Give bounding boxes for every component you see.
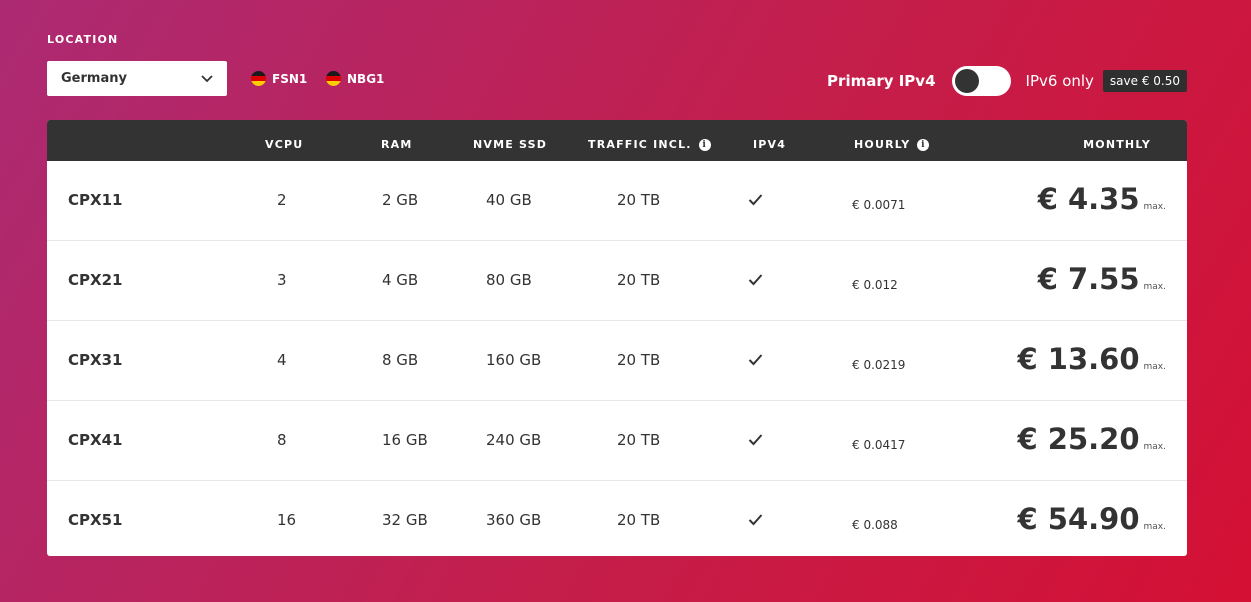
ssd-value: 40 GB [486,191,532,209]
datacenter-code: NBG1 [347,71,385,86]
ram-value: 4 GB [382,271,419,289]
monthly-price: € 7.55 [1037,262,1140,296]
monthly-price-block: € 25.20 max. [1018,422,1167,456]
vcpu-value: 4 [277,351,287,369]
primary-ipv4-label: Primary IPv4 [827,72,936,90]
ssd-value: 160 GB [486,351,542,369]
plan-name: CPX11 [68,191,123,209]
save-badge: save € 0.50 [1102,70,1187,92]
check-icon [748,434,763,446]
ssd-value: 360 GB [486,511,542,529]
vcpu-value: 8 [277,431,287,449]
datacenter-code: FSN1 [272,71,308,86]
hourly-price: € 0.0417 [852,438,906,452]
de-flag-icon [326,71,341,86]
location-select-value: Germany [61,71,127,86]
header-traffic: TRAFFIC INCL. i [588,138,711,151]
ram-value: 16 GB [382,431,428,449]
table-row[interactable]: CPX21 3 4 GB 80 GB 20 TB € 0.012 € 7.55 … [47,241,1187,321]
hourly-price: € 0.0219 [852,358,906,372]
monthly-price: € 4.35 [1037,182,1140,216]
header-hourly: HOURLY i [854,138,930,151]
datacenter-fsn1[interactable]: FSN1 [251,71,307,86]
header-nvme-ssd: NVME SSD [473,138,548,151]
check-icon [748,514,763,526]
location-label: LOCATION [47,33,119,46]
header-traffic-label: TRAFFIC INCL. [588,138,692,151]
traffic-value: 20 TB [617,271,661,289]
vcpu-value: 2 [277,191,287,209]
check-icon [748,354,763,366]
ip-options: Primary IPv4 IPv6 only save € 0.50 [827,66,1187,96]
monthly-price: € 13.60 [1017,342,1140,376]
plan-name: CPX21 [68,271,123,289]
check-icon [748,194,763,206]
max-label: max. [1143,202,1166,212]
hourly-price: € 0.012 [852,278,898,292]
hourly-price: € 0.088 [852,518,898,532]
plan-name: CPX41 [68,431,123,449]
vcpu-value: 16 [277,511,297,529]
monthly-price-block: € 7.55 max. [1038,262,1166,296]
ipv6-only-toggle[interactable] [951,66,1011,96]
ipv6-only-label: IPv6 only [1025,72,1094,90]
header-ram: RAM [381,138,413,151]
table-row[interactable]: CPX51 16 32 GB 360 GB 20 TB € 0.088 € 54… [47,481,1187,556]
chevron-down-icon [201,72,215,86]
hourly-price: € 0.0071 [852,198,906,212]
de-flag-icon [251,71,266,86]
ram-value: 2 GB [382,191,419,209]
traffic-value: 20 TB [617,511,661,529]
traffic-value: 20 TB [617,191,661,209]
header-monthly: MONTHLY [1083,138,1151,151]
ssd-value: 240 GB [486,431,542,449]
check-icon [748,274,763,286]
toggle-knob [954,69,979,93]
ram-value: 32 GB [382,511,428,529]
header-vcpu: VCPU [265,138,304,151]
max-label: max. [1143,362,1166,372]
ssd-value: 80 GB [486,271,532,289]
plan-name: CPX51 [68,511,123,529]
table-header: VCPU RAM NVME SSD TRAFFIC INCL. i IPV4 H… [47,120,1187,161]
table-row[interactable]: CPX11 2 2 GB 40 GB 20 TB € 0.0071 € 4.35… [47,161,1187,241]
max-label: max. [1143,282,1166,292]
table-row[interactable]: CPX41 8 16 GB 240 GB 20 TB € 0.0417 € 25… [47,401,1187,481]
monthly-price: € 54.90 [1017,502,1140,536]
header-hourly-label: HOURLY [854,138,911,151]
datacenter-nbg1[interactable]: NBG1 [326,71,384,86]
ram-value: 8 GB [382,351,419,369]
monthly-price: € 25.20 [1017,422,1140,456]
traffic-value: 20 TB [617,351,661,369]
location-select[interactable]: Germany [47,61,227,96]
info-icon[interactable]: i [698,138,711,151]
pricing-table: VCPU RAM NVME SSD TRAFFIC INCL. i IPV4 H… [47,120,1187,556]
plan-name: CPX31 [68,351,123,369]
info-icon[interactable]: i [917,138,930,151]
traffic-value: 20 TB [617,431,661,449]
monthly-price-block: € 13.60 max. [1018,342,1167,376]
monthly-price-block: € 54.90 max. [1018,502,1167,536]
max-label: max. [1143,522,1166,532]
monthly-price-block: € 4.35 max. [1038,182,1166,216]
max-label: max. [1143,442,1166,452]
table-row[interactable]: CPX31 4 8 GB 160 GB 20 TB € 0.0219 € 13.… [47,321,1187,401]
vcpu-value: 3 [277,271,287,289]
header-ipv4: IPV4 [753,138,787,151]
